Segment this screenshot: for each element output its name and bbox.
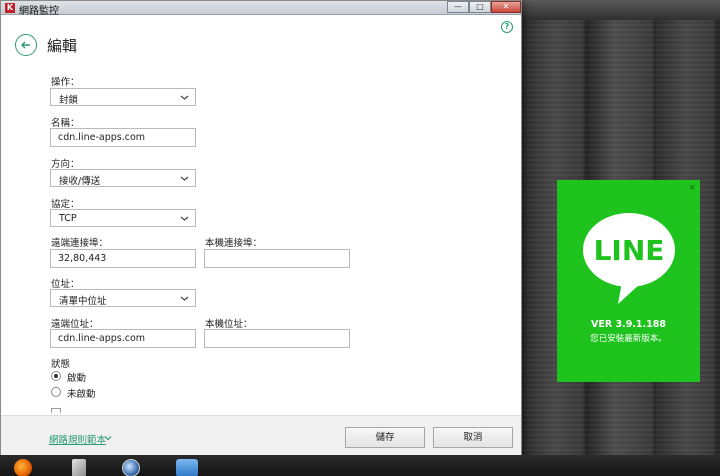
taskbar (0, 455, 720, 476)
direction-select[interactable]: 接收/傳送 (50, 169, 196, 187)
dialog-footer: 網路規則範本 儲存 取消 (1, 415, 521, 455)
status-label: 狀態 (51, 359, 71, 370)
firefox-icon[interactable] (14, 459, 32, 476)
network-monitor-window: K 網路監控 — □ ✕ ? 編輯 操作： 封鎖 名稱： cdn.line-ap… (0, 0, 522, 455)
action-label: 操作： (51, 77, 80, 88)
line-logo-icon: LINE (583, 213, 675, 304)
address-value: 清單中位址 (59, 296, 107, 307)
direction-label: 方向： (51, 159, 80, 170)
page-title: 編輯 (47, 37, 78, 55)
chevron-down-icon[interactable] (104, 434, 112, 442)
remote-port-label: 遠端連接埠： (51, 238, 109, 249)
arrow-left-icon (21, 41, 30, 49)
action-value: 封鎖 (59, 95, 79, 106)
local-address-label: 本機位址： (205, 319, 253, 330)
local-port-label: 本機連接埠： (205, 238, 263, 249)
globe-icon[interactable] (122, 459, 140, 476)
status-enabled-radio[interactable] (51, 371, 61, 381)
close-button[interactable]: ✕ (491, 1, 521, 13)
cancel-button[interactable]: 取消 (433, 427, 513, 448)
name-value: cdn.line-apps.com (58, 132, 146, 143)
address-label: 位址： (51, 279, 80, 290)
address-select[interactable]: 清單中位址 (50, 289, 196, 307)
window-title: 網路監控 (19, 6, 59, 17)
local-port-input[interactable] (204, 249, 350, 268)
line-update-popup: × LINE VER 3.9.1.188 您已安裝最新版本。 (557, 180, 700, 382)
remote-address-input[interactable]: cdn.line-apps.com (50, 329, 196, 348)
line-logo-text: LINE (594, 234, 665, 267)
chevron-down-icon (180, 176, 189, 181)
chevron-down-icon (180, 216, 189, 221)
checkbox[interactable] (51, 408, 61, 413)
direction-value: 接收/傳送 (59, 176, 101, 187)
protocol-label: 協定： (51, 199, 80, 210)
local-address-input[interactable] (204, 329, 350, 348)
minimize-button[interactable]: — (447, 1, 469, 13)
desktop-top-strip (522, 0, 720, 20)
app-logo-icon: K (5, 3, 15, 13)
remote-port-value: 32,80,443 (58, 253, 107, 264)
line-status-message: 您已安裝最新版本。 (590, 334, 667, 344)
status-disabled-label[interactable]: 未啟動 (67, 386, 96, 400)
maximize-button[interactable]: □ (469, 1, 491, 13)
status-enabled-label[interactable]: 啟動 (67, 370, 86, 384)
app-icon[interactable] (176, 459, 198, 476)
protocol-select[interactable]: TCP (50, 209, 196, 227)
remote-address-label: 遠端位址： (51, 319, 99, 330)
chevron-down-icon (180, 95, 189, 100)
line-version-text: VER 3.9.1.188 (591, 319, 666, 330)
status-disabled-radio[interactable] (51, 387, 61, 397)
save-button[interactable]: 儲存 (345, 427, 425, 448)
title-bar[interactable]: K 網路監控 — □ ✕ (1, 1, 521, 17)
network-rule-template-link[interactable]: 網路規則範本 (49, 432, 106, 446)
popup-close-icon[interactable]: × (688, 183, 696, 193)
remote-port-input[interactable]: 32,80,443 (50, 249, 196, 268)
remote-address-value: cdn.line-apps.com (58, 333, 146, 344)
back-button[interactable] (15, 34, 37, 56)
name-input[interactable]: cdn.line-apps.com (50, 128, 196, 147)
help-icon[interactable]: ? (501, 21, 513, 33)
name-label: 名稱： (51, 118, 80, 129)
protocol-value: TCP (59, 213, 77, 224)
chevron-down-icon (180, 296, 189, 301)
tool-icon[interactable] (72, 459, 86, 476)
action-select[interactable]: 封鎖 (50, 88, 196, 106)
